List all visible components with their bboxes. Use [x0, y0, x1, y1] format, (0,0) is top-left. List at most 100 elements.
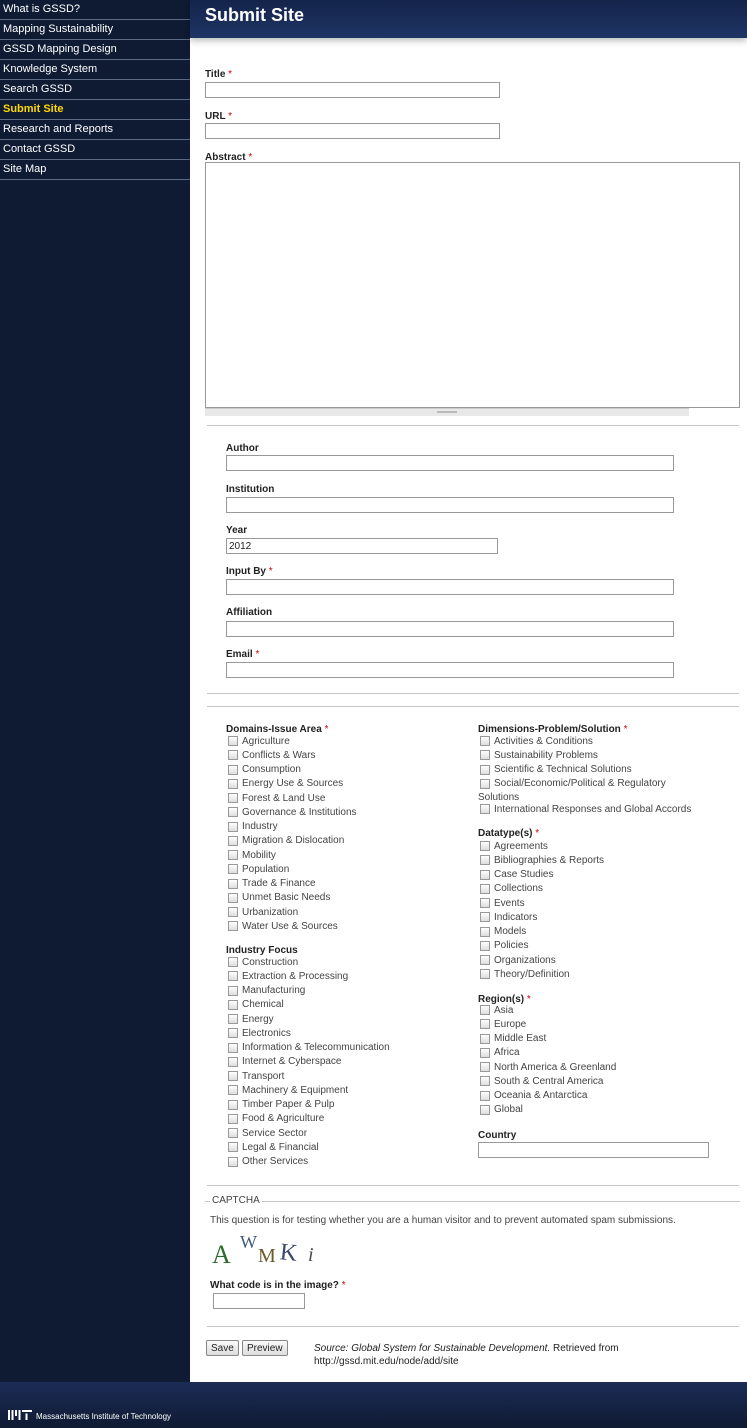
checkbox-item[interactable]: Transport: [228, 1069, 390, 1083]
checkbox-item[interactable]: Other Services: [228, 1155, 390, 1169]
checkbox-item[interactable]: Urbanization: [228, 905, 357, 919]
checkbox[interactable]: [228, 750, 238, 761]
checkbox[interactable]: [228, 821, 238, 832]
checkbox-item[interactable]: Conflicts & Wars: [228, 748, 357, 762]
checkbox[interactable]: [480, 940, 490, 951]
checkbox-item[interactable]: Timber Paper & Pulp: [228, 1098, 390, 1112]
checkbox-item[interactable]: Collections: [480, 882, 604, 896]
checkbox[interactable]: [480, 736, 490, 747]
checkbox-item[interactable]: International Responses and Global Accor…: [480, 802, 691, 816]
checkbox-item[interactable]: North America & Greenland: [480, 1060, 616, 1074]
checkbox-item[interactable]: Mobility: [228, 848, 357, 862]
checkbox[interactable]: [228, 736, 238, 747]
checkbox[interactable]: [480, 1047, 490, 1058]
checkbox[interactable]: [480, 1005, 490, 1016]
checkbox-item[interactable]: Consumption: [228, 763, 357, 777]
checkbox-item[interactable]: Food & Agriculture: [228, 1112, 390, 1126]
checkbox[interactable]: [228, 985, 238, 996]
checkbox[interactable]: [228, 1042, 238, 1053]
checkbox-item[interactable]: Trade & Finance: [228, 877, 357, 891]
checkbox-item[interactable]: Machinery & Equipment: [228, 1083, 390, 1097]
checkbox-item[interactable]: Migration & Dislocation: [228, 834, 357, 848]
checkbox-item[interactable]: Forest & Land Use: [228, 791, 357, 805]
checkbox-item[interactable]: Chemical: [228, 998, 390, 1012]
checkbox-item[interactable]: Events: [480, 896, 604, 910]
checkbox[interactable]: [228, 878, 238, 889]
checkbox-item[interactable]: Models: [480, 925, 604, 939]
input-by-input[interactable]: [226, 579, 674, 595]
author-input[interactable]: [226, 455, 674, 471]
checkbox[interactable]: [480, 750, 490, 761]
checkbox[interactable]: [480, 912, 490, 923]
checkbox[interactable]: [480, 1019, 490, 1030]
checkbox-item[interactable]: Electronics: [228, 1026, 390, 1040]
checkbox-item[interactable]: Social/Economic/Political & Regulatory: [480, 777, 666, 791]
checkbox-item[interactable]: Legal & Financial: [228, 1140, 390, 1154]
checkbox[interactable]: [480, 1062, 490, 1073]
checkbox-item[interactable]: Organizations: [480, 953, 604, 967]
abstract-resize-grip[interactable]: [205, 408, 689, 416]
checkbox[interactable]: [228, 764, 238, 775]
checkbox[interactable]: [228, 1071, 238, 1082]
checkbox-item[interactable]: Theory/Definition: [480, 967, 604, 981]
checkbox-item[interactable]: Construction: [228, 955, 390, 969]
checkbox-item[interactable]: Activities & Conditions: [480, 734, 666, 748]
sidebar-item-what-is-gssd[interactable]: What is GSSD?: [0, 0, 190, 20]
checkbox[interactable]: [480, 841, 490, 852]
checkbox[interactable]: [480, 969, 490, 980]
checkbox-item[interactable]: Indicators: [480, 910, 604, 924]
checkbox-item[interactable]: Case Studies: [480, 868, 604, 882]
title-input[interactable]: [205, 82, 500, 98]
year-input[interactable]: [226, 538, 498, 554]
checkbox-item[interactable]: Internet & Cyberspace: [228, 1055, 390, 1069]
checkbox-item[interactable]: Information & Telecommunication: [228, 1041, 390, 1055]
checkbox-item[interactable]: Industry: [228, 820, 357, 834]
checkbox-item[interactable]: Unmet Basic Needs: [228, 891, 357, 905]
checkbox[interactable]: [228, 1156, 238, 1167]
checkbox[interactable]: [480, 804, 490, 815]
checkbox-item[interactable]: Manufacturing: [228, 984, 390, 998]
checkbox[interactable]: [228, 1028, 238, 1039]
checkbox[interactable]: [228, 892, 238, 903]
checkbox-item[interactable]: Scientific & Technical Solutions: [480, 763, 666, 777]
checkbox[interactable]: [480, 778, 490, 789]
checkbox[interactable]: [228, 1113, 238, 1124]
mit-logo[interactable]: [8, 1410, 32, 1420]
checkbox[interactable]: [480, 1104, 490, 1115]
checkbox-item[interactable]: Agriculture: [228, 734, 357, 748]
checkbox[interactable]: [228, 850, 238, 861]
checkbox[interactable]: [480, 1033, 490, 1044]
checkbox[interactable]: [480, 883, 490, 894]
checkbox-item[interactable]: Asia: [480, 1003, 616, 1017]
checkbox[interactable]: [228, 807, 238, 818]
checkbox[interactable]: [228, 957, 238, 968]
email-input[interactable]: [226, 662, 674, 678]
checkbox-item[interactable]: Water Use & Sources: [228, 919, 357, 933]
checkbox[interactable]: [228, 921, 238, 932]
checkbox[interactable]: [228, 1128, 238, 1139]
checkbox[interactable]: [228, 1099, 238, 1110]
checkbox[interactable]: [228, 999, 238, 1010]
checkbox[interactable]: [228, 971, 238, 982]
checkbox[interactable]: [480, 1090, 490, 1101]
checkbox[interactable]: [480, 764, 490, 775]
checkbox[interactable]: [228, 778, 238, 789]
checkbox[interactable]: [228, 1014, 238, 1025]
checkbox-item[interactable]: Energy: [228, 1012, 390, 1026]
checkbox-item[interactable]: Population: [228, 862, 357, 876]
checkbox[interactable]: [480, 955, 490, 966]
sidebar-item-gssd-mapping-design[interactable]: GSSD Mapping Design: [0, 40, 190, 60]
checkbox[interactable]: [228, 1085, 238, 1096]
checkbox[interactable]: [228, 907, 238, 918]
checkbox[interactable]: [480, 926, 490, 937]
checkbox-item[interactable]: Global: [480, 1103, 616, 1117]
checkbox[interactable]: [480, 898, 490, 909]
checkbox[interactable]: [228, 1056, 238, 1067]
checkbox[interactable]: [480, 855, 490, 866]
checkbox[interactable]: [480, 1076, 490, 1087]
country-input[interactable]: [478, 1142, 709, 1158]
sidebar-item-site-map[interactable]: Site Map: [0, 160, 190, 180]
checkbox[interactable]: [228, 835, 238, 846]
checkbox-item[interactable]: Bibliographies & Reports: [480, 853, 604, 867]
sidebar-item-mapping-sustainability[interactable]: Mapping Sustainability: [0, 20, 190, 40]
